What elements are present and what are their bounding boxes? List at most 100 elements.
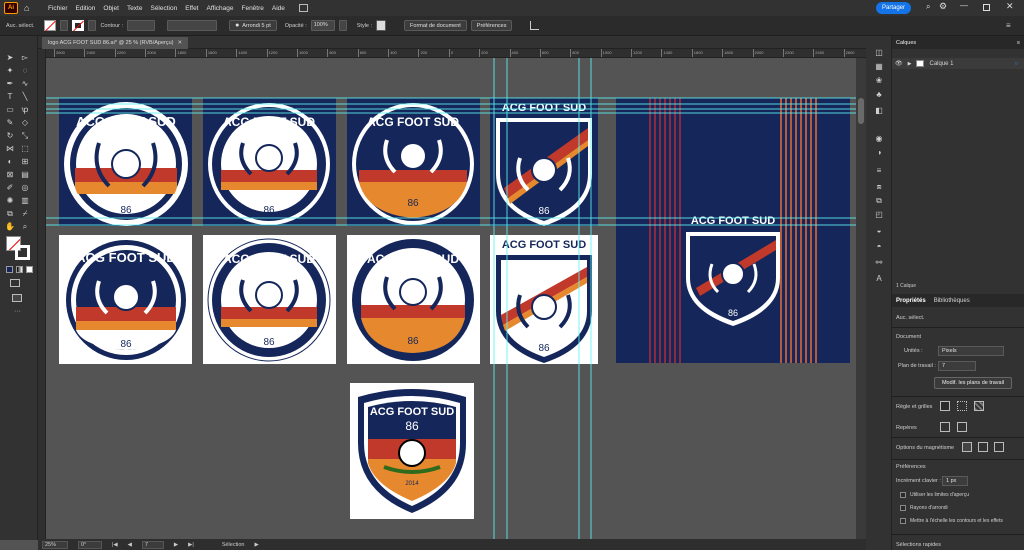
links-icon[interactable]: ⚯	[874, 258, 884, 268]
edit-artboards-button[interactable]: Modif. les plans de travail	[934, 377, 1012, 389]
menu-texte[interactable]: Texte	[127, 5, 143, 12]
snap-pixel-icon[interactable]	[994, 442, 1004, 452]
direct-selection-tool-icon[interactable]: ▻	[20, 53, 30, 63]
logo-artboard-4[interactable]: ACG FOOT SUD 86	[490, 98, 598, 226]
rotate-tool-icon[interactable]: ↻	[5, 131, 15, 141]
logo-artboard-5[interactable]: ACG FOOT SUD 86	[616, 98, 850, 363]
transparency-grid-icon[interactable]	[974, 401, 984, 411]
arrange-docs-icon[interactable]	[298, 4, 308, 12]
maximize-icon[interactable]	[983, 4, 990, 11]
magic-wand-icon[interactable]: ✦	[5, 66, 15, 76]
canvas[interactable]: ACG FOOT SUD 86 ACG FOOT SUD 86 ACG FOOT…	[46, 58, 856, 539]
stroke-swatch[interactable]	[72, 20, 85, 32]
logo-artboard-3[interactable]: ACG FOOT SUD 86	[347, 98, 480, 226]
none-mode-icon[interactable]	[26, 266, 33, 273]
preferences-button[interactable]: Préférences	[470, 20, 513, 31]
menu-fichier[interactable]: Fichier	[48, 5, 68, 12]
gradient-mode-icon[interactable]	[16, 266, 23, 273]
logo-artboard-6[interactable]: ACG FOOT SUD 86	[59, 235, 192, 364]
brush-dropdown[interactable]: ● Arrondi 5 pt	[229, 20, 277, 31]
logo-artboard-9[interactable]: ACG FOOT SUD 86	[490, 235, 598, 364]
logo-artboard-8[interactable]: ACG FOOT SUD 86	[347, 235, 480, 364]
variable-width-dropdown[interactable]	[167, 20, 218, 31]
perspective-grid-icon[interactable]: ⊞	[20, 157, 30, 167]
fill-dropdown[interactable]	[60, 20, 69, 31]
properties-tab[interactable]: Propriétés	[896, 298, 926, 304]
artboard-number-input[interactable]: 7	[141, 540, 164, 549]
graphic-styles-icon[interactable]: ◧	[874, 106, 884, 116]
artboard-dropdown[interactable]: 7	[938, 361, 976, 371]
pathfinder-icon[interactable]: ◰	[874, 210, 884, 220]
horizontal-ruler[interactable]: 2600 2400 2200 2000 1800 1600 1400 1200 1000 800 6…	[46, 49, 866, 58]
align-panel-icon[interactable]: ⧉	[874, 196, 884, 206]
logo-artboard-10[interactable]: ACG FOOT SUD 86 2014	[350, 383, 474, 519]
draw-mode-icon[interactable]	[10, 279, 20, 287]
menu-objet[interactable]: Objet	[103, 5, 119, 12]
tab-close-icon[interactable]: ✕	[178, 40, 183, 46]
document-format-button[interactable]: Format de document	[404, 20, 467, 31]
swatches-icon[interactable]: ▦	[874, 62, 884, 72]
layer-row[interactable]: 👁 ▶ Calque 1 ○	[892, 58, 1024, 69]
symbol-sprayer-icon[interactable]: ✺	[5, 196, 15, 206]
vertical-scrollbar[interactable]	[856, 58, 866, 539]
color-guide-icon[interactable]: ◑	[874, 148, 884, 158]
gradient-tool-icon[interactable]: ▤	[20, 170, 30, 180]
edit-toolbar-icon[interactable]: ···	[14, 308, 21, 315]
lasso-icon[interactable]: ◌	[20, 66, 30, 76]
keyboard-increment-input[interactable]: 1 px	[942, 476, 968, 486]
vertical-ruler[interactable]	[38, 49, 46, 539]
next-artboard-icon[interactable]: ▶	[174, 542, 178, 548]
layer-target-icon[interactable]: ○	[1014, 61, 1018, 67]
brushes-icon[interactable]: ❀	[874, 76, 884, 86]
mesh-tool-icon[interactable]: ⊠	[5, 170, 15, 180]
panel-menu-icon[interactable]: ≡	[1006, 21, 1011, 30]
blend-tool-icon[interactable]: ◎	[20, 183, 30, 193]
align-icon[interactable]	[530, 21, 540, 30]
type-tool-icon[interactable]: T	[5, 92, 15, 102]
layers-tab[interactable]: Calques	[896, 40, 916, 46]
color-icon[interactable]: ◉	[874, 134, 884, 144]
stroke-dropdown[interactable]	[88, 20, 97, 31]
line-tool-icon[interactable]: ╲	[20, 92, 30, 102]
pen-tool-icon[interactable]: ✒	[5, 79, 15, 89]
snap-grid-icon[interactable]	[978, 442, 988, 452]
layers-menu-icon[interactable]: ≡	[1017, 40, 1020, 46]
artboard-tool-icon[interactable]: ⧉	[5, 209, 15, 219]
slice-tool-icon[interactable]: ⌿	[20, 209, 30, 219]
appearance-icon[interactable]: ◓	[874, 242, 884, 252]
zoom-tool-icon[interactable]: ⌕	[20, 222, 30, 232]
opacity-input[interactable]: 100%	[310, 20, 335, 31]
last-artboard-icon[interactable]: ▶|	[188, 542, 194, 548]
menu-edition[interactable]: Edition	[76, 5, 96, 12]
units-dropdown[interactable]: Pixels	[938, 346, 1004, 356]
app-logo-icon[interactable]: Ai	[4, 2, 18, 14]
selection-tool-icon[interactable]: ➤	[5, 53, 15, 63]
guides-show-icon[interactable]	[940, 422, 950, 432]
scroll-thumb[interactable]	[858, 98, 864, 124]
share-button[interactable]: Partager	[876, 2, 912, 14]
logo-artboard-2[interactable]: ACG FOOT SUD 86	[203, 98, 336, 226]
expand-chevron-icon[interactable]: ▶	[908, 61, 912, 67]
visibility-eye-icon[interactable]: 👁	[895, 60, 903, 67]
prev-artboard-icon[interactable]: ◀	[128, 542, 132, 548]
stroke-weight-input[interactable]	[127, 20, 156, 31]
menu-fenetre[interactable]: Fenêtre	[241, 5, 263, 12]
rotation-dropdown[interactable]: 0°	[78, 540, 102, 549]
color-mode-icon[interactable]	[6, 266, 13, 273]
search-icon[interactable]: ⌕	[926, 2, 930, 12]
opacity-dropdown[interactable]	[338, 20, 347, 31]
graph-tool-icon[interactable]: ▥	[20, 196, 30, 206]
menu-aide[interactable]: Aide	[272, 5, 285, 12]
zoom-dropdown[interactable]: 25%	[42, 540, 68, 549]
symbols-icon[interactable]: ♣	[874, 90, 884, 100]
curvature-tool-icon[interactable]: ∿	[20, 79, 30, 89]
width-tool-icon[interactable]: ⋈	[5, 144, 15, 154]
first-artboard-icon[interactable]: |◀	[112, 542, 118, 548]
guides-lock-icon[interactable]	[957, 422, 967, 432]
document-tab[interactable]: logo ACG FOOT SUD 86.ai* @ 25 % (RVB/Ape…	[42, 37, 189, 49]
scale-tool-icon[interactable]: ⤡	[20, 131, 30, 141]
transparency-icon[interactable]: ◒	[874, 226, 884, 236]
close-icon[interactable]: ✕	[1006, 1, 1014, 12]
style-swatch[interactable]	[376, 20, 387, 31]
snap-point-icon[interactable]	[962, 442, 972, 452]
